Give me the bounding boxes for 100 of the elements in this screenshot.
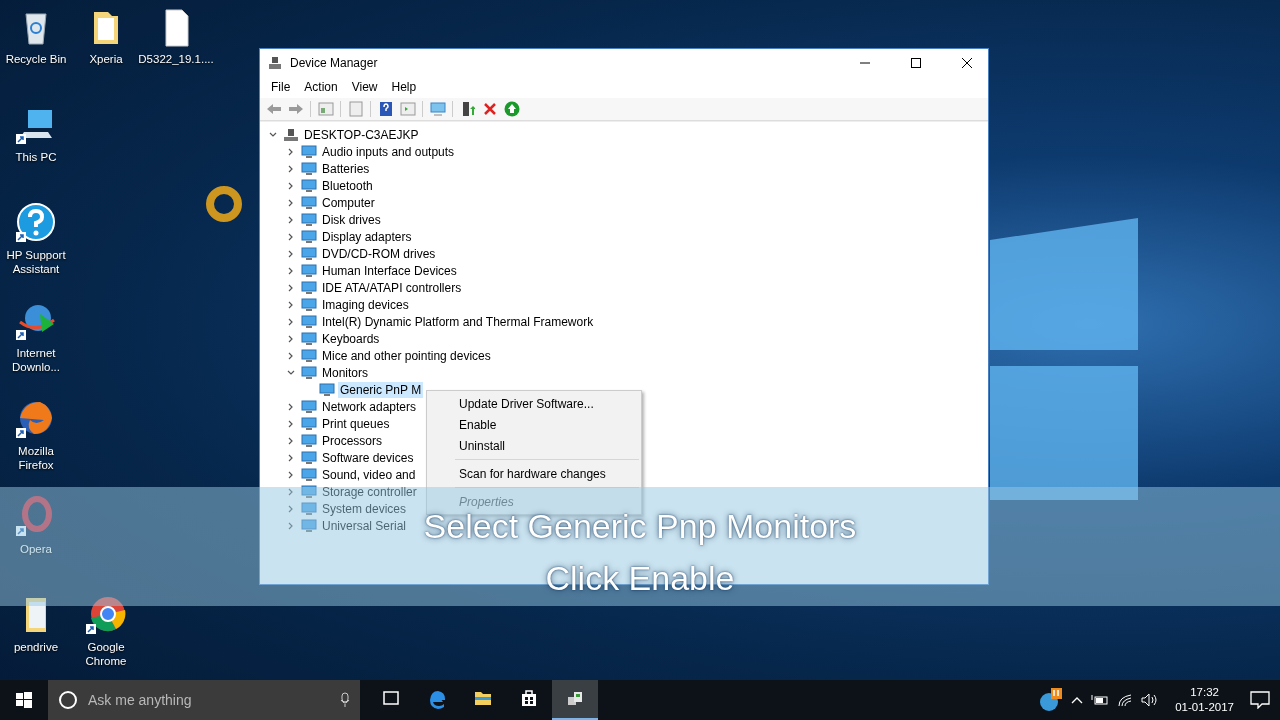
close-icon — [961, 57, 972, 68]
chevron-right-icon[interactable] — [287, 181, 295, 190]
context-menu-item[interactable]: Scan for hardware changes — [427, 463, 641, 484]
chevron-right-icon[interactable] — [287, 249, 295, 258]
clock-date: 01-01-2017 — [1175, 700, 1234, 715]
wifi-icon[interactable] — [1117, 693, 1134, 707]
desktop-icon-label[interactable]: HP Support Assistant — [0, 248, 72, 276]
tree-item[interactable]: IDE ATA/ATAPI controllers — [320, 279, 464, 296]
tree-item[interactable]: Computer — [320, 194, 377, 211]
chevron-right-icon[interactable] — [287, 266, 295, 275]
search-box[interactable]: Ask me anything — [48, 680, 360, 720]
clock-time: 17:32 — [1190, 685, 1219, 700]
context-menu-item[interactable]: Update Driver Software... — [427, 393, 641, 414]
chevron-right-icon[interactable] — [287, 147, 295, 156]
device-icon — [301, 161, 317, 176]
chevron-right-icon[interactable] — [287, 164, 295, 173]
device-icon — [301, 365, 317, 380]
microphone-icon[interactable] — [340, 692, 350, 708]
chevron-right-icon[interactable] — [287, 402, 295, 411]
chevron-right-icon[interactable] — [287, 232, 295, 241]
tree-item[interactable]: Batteries — [320, 160, 372, 177]
desktop-icon-label[interactable]: pendrive — [13, 640, 59, 654]
chevron-right-icon[interactable] — [287, 300, 295, 309]
chevron-down-icon[interactable] — [269, 130, 277, 139]
tree-item[interactable]: Universal Serial — [320, 517, 409, 534]
tree-item[interactable]: Sound, video and — [320, 466, 418, 483]
chevron-right-icon[interactable] — [287, 419, 295, 428]
device-icon — [301, 263, 317, 278]
chevron-right-icon[interactable] — [287, 453, 295, 462]
desktop-icon-label[interactable]: Mozilla Firefox — [0, 444, 72, 472]
device-icon — [301, 450, 317, 465]
chevron-down-icon[interactable] — [287, 368, 295, 377]
help-icon — [16, 202, 56, 244]
search-field[interactable]: Ask me anything — [86, 691, 332, 709]
chevron-right-icon[interactable] — [287, 351, 295, 360]
tree-item[interactable]: Imaging devices — [320, 296, 411, 313]
enable-button[interactable] — [502, 99, 521, 119]
tree-item[interactable]: System devices — [320, 500, 409, 517]
tree-item[interactable]: Display adapters — [320, 228, 414, 245]
chevron-right-icon[interactable] — [287, 198, 295, 207]
tree-item[interactable]: Monitors — [320, 364, 370, 381]
tree-item[interactable]: Keyboards — [320, 330, 382, 347]
chevron-right-icon[interactable] — [287, 317, 295, 326]
context-menu-item[interactable]: Enable — [427, 414, 641, 435]
chevron-right-icon[interactable] — [287, 470, 295, 479]
tree-item[interactable]: Software devices — [320, 449, 416, 466]
menu-item[interactable]: Help — [384, 78, 424, 96]
tree-item[interactable]: Storage controller — [320, 483, 419, 500]
tree-item[interactable]: Generic PnP M — [338, 381, 424, 398]
computer-icon — [283, 127, 299, 142]
device-icon — [301, 280, 317, 295]
chevron-right-icon[interactable] — [287, 436, 295, 445]
desktop-icon-label[interactable]: Internet Downlo... — [0, 346, 72, 374]
device-icon — [301, 501, 317, 516]
menu-item[interactable]: File — [264, 78, 298, 96]
device-icon — [301, 399, 317, 414]
menu-item[interactable]: Action — [297, 78, 345, 96]
chevron-right-icon[interactable] — [287, 283, 295, 292]
device-icon — [301, 314, 317, 329]
device-icon — [301, 229, 317, 244]
desktop-icon-label[interactable]: Opera — [20, 542, 52, 556]
notification-icon[interactable] — [1039, 688, 1064, 712]
tree-item[interactable]: Audio inputs and outputs — [320, 143, 457, 160]
windows-logo-icon — [16, 692, 32, 708]
action-center-icon[interactable] — [1250, 691, 1270, 709]
chevron-right-icon[interactable] — [287, 334, 295, 343]
desktop-icon-label[interactable]: This PC — [15, 150, 57, 164]
device-icon — [301, 144, 317, 159]
tree-item[interactable]: Intel(R) Dynamic Platform and Thermal Framework — [320, 313, 596, 330]
context-menu-item[interactable]: Uninstall — [427, 435, 641, 456]
battery-icon[interactable] — [1091, 694, 1110, 706]
circle-icon — [58, 690, 78, 710]
tree-item[interactable]: DESKTOP-C3AEJKP — [302, 126, 421, 143]
desktop-icon-label[interactable]: D5322_19.1.... — [138, 52, 214, 66]
tree-item[interactable]: Human Interface Devices — [320, 262, 459, 279]
chevron-up-icon[interactable] — [1071, 696, 1084, 704]
speaker-icon[interactable] — [1141, 693, 1160, 707]
clock[interactable]: 17:32 01-01-2017 — [1167, 685, 1242, 715]
device-icon — [301, 178, 317, 193]
desktop-icon-label[interactable]: Google Chrome — [70, 640, 142, 668]
device-icon — [301, 467, 317, 482]
device-icon — [301, 212, 317, 227]
device-icon — [301, 195, 317, 210]
tree-item[interactable]: Network adapters — [320, 398, 419, 415]
tree-item[interactable]: Processors — [320, 432, 385, 449]
tree-item[interactable]: Print queues — [320, 415, 392, 432]
desktop-icon-label[interactable]: Recycle Bin — [5, 52, 67, 66]
menu-item[interactable]: View — [344, 78, 385, 96]
tree-item[interactable]: Mice and other pointing devices — [320, 347, 493, 364]
taskbar-app-button[interactable] — [552, 680, 598, 720]
tree-item[interactable]: DVD/CD-ROM drives — [320, 245, 438, 262]
device-icon — [301, 246, 317, 261]
chevron-right-icon[interactable] — [287, 215, 295, 224]
device-icon — [301, 331, 317, 346]
circle-logo-icon — [86, 594, 126, 636]
tree-item[interactable]: Bluetooth — [320, 177, 375, 194]
desktop-icon-label[interactable]: Xperia — [89, 52, 123, 66]
device-icon — [301, 297, 317, 312]
device-icon — [301, 484, 317, 499]
tree-item[interactable]: Disk drives — [320, 211, 383, 228]
